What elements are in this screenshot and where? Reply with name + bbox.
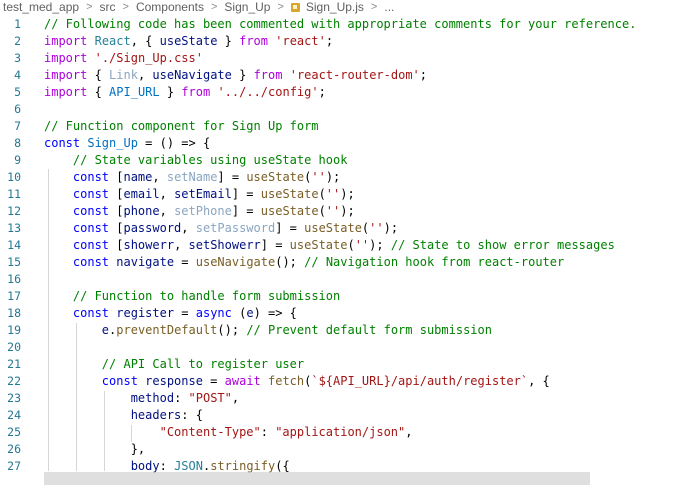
line-number: 9 [14,153,21,167]
line-number: 24 [7,408,21,422]
code-line[interactable]: 26 }, [0,441,686,458]
line-number: 16 [7,272,21,286]
code-line[interactable]: 3 import './Sign_Up.css' [0,50,686,67]
line-number: 26 [7,442,21,456]
code-text[interactable]: "Content-Type": "application/json", [44,424,413,441]
code-text[interactable]: const Sign_Up = () => { [44,135,210,152]
line-number: 12 [7,204,21,218]
line-number: 3 [14,51,21,65]
code-text[interactable]: import './Sign_Up.css' [44,50,203,67]
javascript-file-icon [290,3,300,12]
code-text[interactable]: import React, { useState } from 'react'; [44,33,333,50]
line-number: 20 [7,340,21,354]
line-number: 6 [14,102,21,116]
code-line[interactable]: 21 // API Call to register user [0,356,686,373]
line-number: 2 [14,34,21,48]
code-line[interactable]: 2 import React, { useState } from 'react'… [0,33,686,50]
code-line[interactable]: 5 import { API_URL } from '../../config'; [0,84,686,101]
line-number: 8 [14,136,21,150]
line-number: 10 [7,170,21,184]
code-text[interactable]: const navigate = useNavigate(); // Navig… [44,254,564,271]
code-line[interactable]: 12 const [phone, setPhone] = useState(''… [0,203,686,220]
code-text[interactable]: import { API_URL } from '../../config'; [44,84,326,101]
code-line[interactable]: 14 const [showerr, setShowerr] = useStat… [0,237,686,254]
code-line[interactable]: 24 headers: { [0,407,686,424]
line-number: 5 [14,85,21,99]
code-text[interactable]: method: "POST", [44,390,239,407]
line-number: 23 [7,391,21,405]
code-line[interactable]: 17 // Function to handle form submission [0,288,686,305]
code-text[interactable]: const [email, setEmail] = useState(''); [44,186,355,203]
breadcrumb-separator: > [210,1,218,13]
breadcrumb-item-sign-up-folder[interactable]: Sign_Up [224,0,270,15]
code-line[interactable]: 15 const navigate = useNavigate(); // Na… [0,254,686,271]
code-line[interactable]: 13 const [password, setPassword] = useSt… [0,220,686,237]
line-number: 21 [7,357,21,371]
code-line[interactable]: 19 e.preventDefault(); // Prevent defaul… [0,322,686,339]
code-text[interactable]: // Function to handle form submission [44,288,340,305]
code-line[interactable]: 9 // State variables using useState hook [0,152,686,169]
code-text[interactable]: const register = async (e) => { [44,305,297,322]
code-line[interactable]: 10 const [name, setName] = useState(''); [0,169,686,186]
line-number: 7 [14,119,21,133]
line-number: 15 [7,255,21,269]
breadcrumb-separator: > [122,1,129,13]
code-line[interactable]: 11 const [email, setEmail] = useState(''… [0,186,686,203]
code-line[interactable]: 16 [0,271,686,288]
code-text[interactable]: const [showerr, setShowerr] = useState('… [44,237,615,254]
code-text[interactable]: import { Link, useNavigate } from 'react… [44,67,427,84]
line-number: 14 [7,238,21,252]
line-number: 1 [14,17,21,31]
code-text[interactable]: // State variables using useState hook [44,152,348,169]
code-text[interactable]: }, [44,441,145,458]
code-text[interactable]: const [password, setPassword] = useState… [44,220,398,237]
breadcrumb-item-file[interactable]: Sign_Up.js [306,0,364,15]
breadcrumb-separator: > [370,1,378,13]
line-number: 19 [7,323,21,337]
code-line[interactable]: 1 // Following code has been commented wi… [0,16,686,33]
line-number: 17 [7,289,21,303]
code-line[interactable]: 4 import { Link, useNavigate } from 'reac… [0,67,686,84]
breadcrumb-separator: > [86,1,93,13]
line-number: 18 [7,306,21,320]
line-number: 4 [14,68,21,82]
breadcrumb-item-components[interactable]: Components [136,0,204,15]
breadcrumb-separator: > [277,1,284,13]
code-text[interactable]: // Following code has been commented wit… [44,16,636,33]
code-text[interactable]: const [phone, setPhone] = useState(''); [44,203,355,220]
code-text[interactable]: const response = await fetch(`${API_URL}… [44,373,550,390]
line-number: 27 [7,459,21,473]
code-line[interactable]: 8 const Sign_Up = () => { [0,135,686,152]
code-line[interactable]: 22 const response = await fetch(`${API_U… [0,373,686,390]
code-editor[interactable]: test_med_app > src > Components > Sign_U… [0,0,686,489]
code-line[interactable]: 25 "Content-Type": "application/json", [0,424,686,441]
line-number: 25 [7,425,21,439]
code-line[interactable]: 23 method: "POST", [0,390,686,407]
code-text[interactable]: // API Call to register user [44,356,304,373]
code-line[interactable]: 7 // Function component for Sign Up form [0,118,686,135]
breadcrumb-item-project[interactable]: test_med_app [3,0,79,15]
breadcrumb: test_med_app > src > Components > Sign_U… [0,0,686,15]
breadcrumb-item-symbols[interactable]: ... [384,0,394,15]
horizontal-scrollbar[interactable] [44,472,590,485]
code-line[interactable]: 20 [0,339,686,356]
line-number: 22 [7,374,21,388]
code-text[interactable]: const [name, setName] = useState(''); [44,169,340,186]
breadcrumb-item-src[interactable]: src [100,0,116,15]
code-text[interactable]: // Function component for Sign Up form [44,118,319,135]
code-text[interactable]: headers: { [44,407,203,424]
line-number: 13 [7,221,21,235]
code-line[interactable]: 18 const register = async (e) => { [0,305,686,322]
line-number: 11 [7,187,21,201]
code-line[interactable]: 6 [0,101,686,118]
code-text[interactable]: e.preventDefault(); // Prevent default f… [44,322,492,339]
code-area[interactable]: 1 // Following code has been commented wi… [0,16,686,475]
